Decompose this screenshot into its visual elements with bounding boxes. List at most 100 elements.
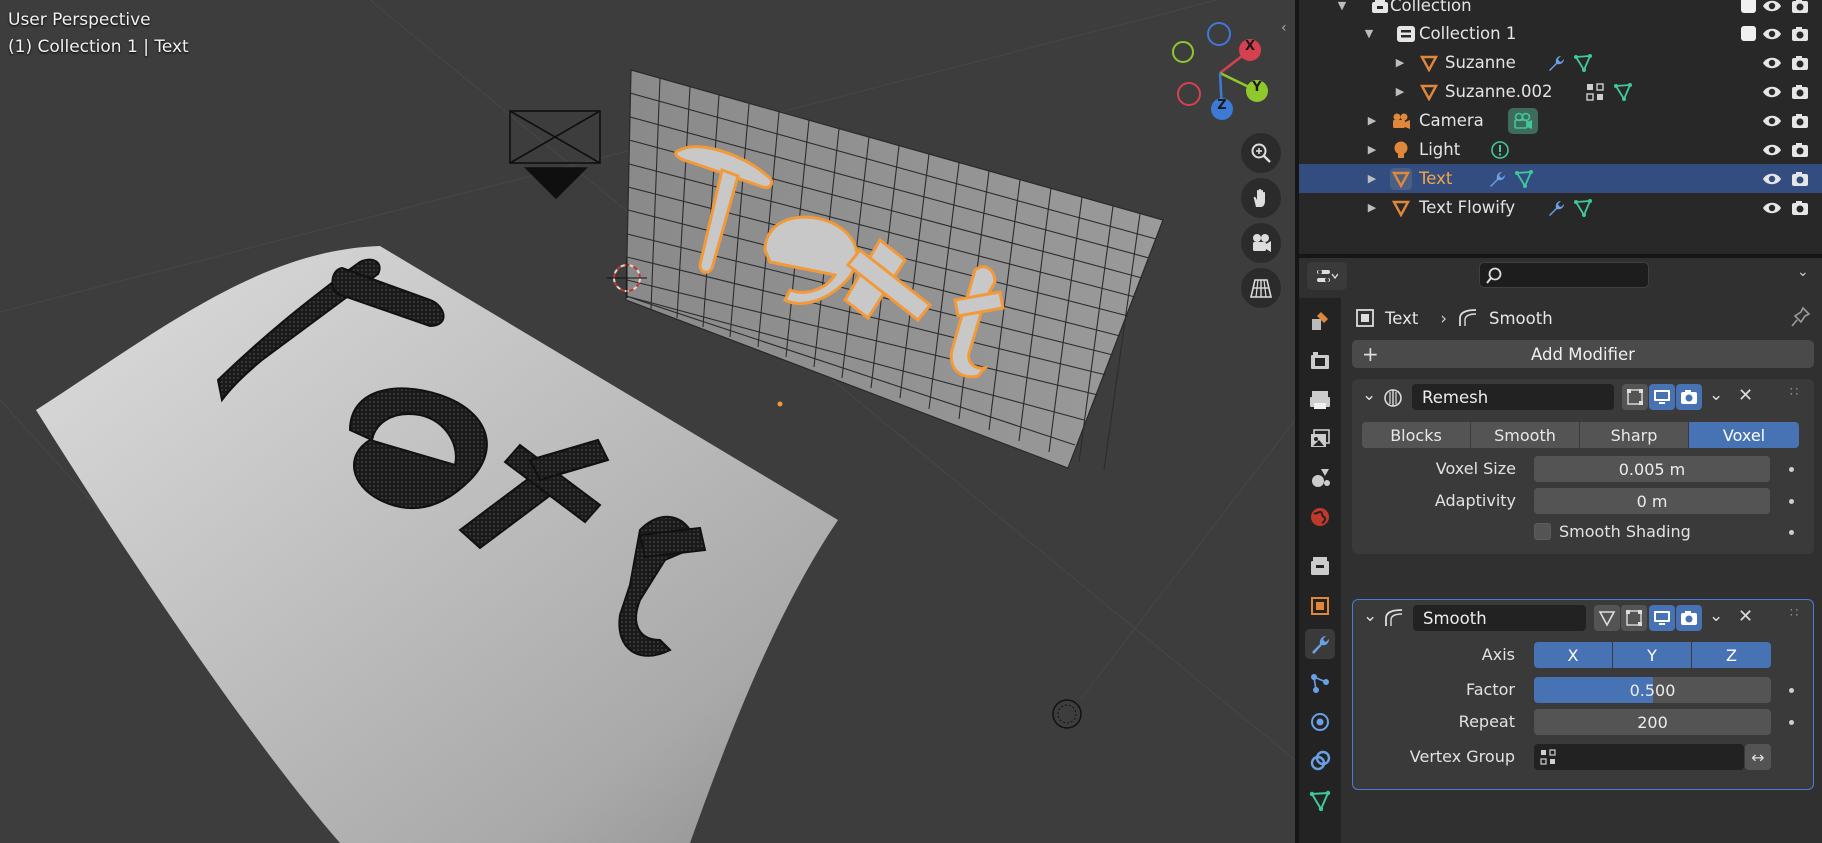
camera-data-icon[interactable]	[1508, 107, 1538, 134]
edit-mode-toggle[interactable]	[1621, 605, 1647, 631]
mode-voxel[interactable]: Voxel	[1689, 422, 1799, 448]
expand-arrow-icon[interactable]: ▼	[1363, 27, 1375, 40]
mode-sharp[interactable]: Sharp	[1580, 422, 1689, 448]
outliner[interactable]: ▼ Collection ▼ Collection 1 ▶ Suzanne ▶ …	[1299, 0, 1822, 254]
wrench-modifier-icon[interactable]	[1545, 53, 1565, 73]
tab-object[interactable]	[1305, 591, 1335, 621]
render-camera-icon[interactable]	[1789, 81, 1811, 103]
3d-viewport[interactable]: User Perspective (1) Collection 1 | Text…	[0, 0, 1295, 843]
axis-y-toggle[interactable]: Y	[1613, 642, 1692, 668]
tab-physics[interactable]	[1305, 707, 1335, 737]
render-camera-icon[interactable]	[1789, 168, 1811, 190]
edit-mode-toggle[interactable]	[1622, 384, 1648, 410]
outliner-row-camera[interactable]: ▶ Camera	[1299, 106, 1822, 135]
outliner-row-collection-1[interactable]: ▼ Collection 1	[1299, 19, 1822, 48]
drag-handle-icon[interactable]: ∷	[1790, 606, 1798, 621]
render-camera-icon[interactable]	[1789, 139, 1811, 161]
render-toggle[interactable]	[1676, 605, 1702, 631]
voxel-size-field[interactable]: 0.005 m	[1534, 456, 1770, 482]
keyframe-dot-icon[interactable]	[1789, 499, 1794, 504]
vertex-group-field[interactable]	[1534, 744, 1744, 770]
outliner-row-suzanne-002[interactable]: ▶ Suzanne.002	[1299, 77, 1822, 106]
expand-arrow-icon[interactable]: ▼	[1336, 0, 1348, 12]
keyframe-dot-icon[interactable]	[1789, 720, 1794, 725]
tab-tool[interactable]	[1305, 306, 1335, 336]
light-data-icon[interactable]	[1490, 140, 1510, 160]
render-camera-icon[interactable]	[1789, 52, 1811, 74]
render-camera-icon[interactable]	[1789, 23, 1811, 45]
mesh-data-icon[interactable]	[1613, 82, 1633, 102]
adaptivity-field[interactable]: 0 m	[1534, 488, 1770, 514]
eye-icon[interactable]	[1761, 0, 1783, 17]
tab-data[interactable]	[1305, 785, 1335, 815]
eye-icon[interactable]	[1761, 52, 1783, 74]
exclude-checkbox[interactable]	[1741, 26, 1756, 41]
outliner-row-light[interactable]: ▶ Light	[1299, 135, 1822, 164]
mesh-data-icon[interactable]	[1573, 53, 1593, 73]
close-icon[interactable]: ✕	[1738, 606, 1753, 627]
outliner-row-collection[interactable]: ▼ Collection	[1299, 0, 1822, 20]
smooth-shading-checkbox[interactable]	[1534, 523, 1551, 540]
chevron-down-icon[interactable]: ⌄	[1363, 606, 1377, 626]
keyframe-dot-icon[interactable]	[1789, 467, 1794, 472]
tab-particles[interactable]	[1305, 668, 1335, 698]
perspective-toggle-button[interactable]	[1241, 268, 1281, 308]
tab-view-layer[interactable]	[1305, 424, 1335, 454]
expand-arrow-icon[interactable]: ▶	[1366, 201, 1378, 214]
eye-icon[interactable]	[1761, 81, 1783, 103]
eye-icon[interactable]	[1761, 197, 1783, 219]
render-camera-icon[interactable]	[1789, 0, 1811, 17]
eye-icon[interactable]	[1761, 23, 1783, 45]
camera-view-button[interactable]	[1241, 223, 1281, 263]
chevron-down-icon[interactable]: ⌄	[1797, 264, 1809, 280]
eye-icon[interactable]	[1761, 139, 1783, 161]
drag-handle-icon[interactable]: ∷	[1790, 385, 1798, 400]
viewport-display-toggle[interactable]	[1649, 384, 1675, 410]
pin-icon[interactable]	[1791, 306, 1811, 328]
wrench-modifier-icon[interactable]	[1486, 169, 1506, 189]
repeat-field[interactable]: 200	[1534, 709, 1771, 735]
expand-arrow-icon[interactable]: ▶	[1394, 56, 1406, 69]
tab-output[interactable]	[1305, 385, 1335, 415]
eye-icon[interactable]	[1761, 110, 1783, 132]
editor-type-dropdown[interactable]	[1307, 262, 1347, 290]
exclude-checkbox[interactable]	[1741, 0, 1756, 13]
expand-arrow-icon[interactable]: ▶	[1394, 85, 1406, 98]
wrench-modifier-icon[interactable]	[1545, 198, 1565, 218]
pan-button[interactable]	[1241, 178, 1281, 218]
mesh-data-icon[interactable]	[1514, 169, 1534, 189]
outliner-row-text-flowify[interactable]: ▶ Text Flowify	[1299, 193, 1822, 222]
tab-constraints[interactable]	[1305, 746, 1335, 776]
invert-vertex-group-button[interactable]: ↔	[1745, 744, 1771, 770]
expand-arrow-icon[interactable]: ▶	[1366, 143, 1378, 156]
tab-world[interactable]	[1305, 502, 1335, 532]
render-toggle[interactable]	[1676, 384, 1702, 410]
mesh-data-icon[interactable]	[1573, 198, 1593, 218]
add-modifier-button[interactable]: + Add Modifier	[1352, 340, 1814, 368]
tab-scene[interactable]	[1305, 463, 1335, 493]
expand-arrow-icon[interactable]: ▶	[1366, 114, 1378, 127]
properties-search-input[interactable]	[1479, 262, 1649, 288]
outliner-row-text[interactable]: ▶ Text	[1299, 164, 1822, 193]
eye-icon[interactable]	[1761, 168, 1783, 190]
sidebar-collapse-arrow[interactable]: ‹	[1281, 20, 1295, 40]
chevron-down-icon[interactable]: ⌄	[1709, 606, 1723, 626]
zoom-button[interactable]	[1241, 133, 1281, 173]
chevron-down-icon[interactable]: ⌄	[1709, 385, 1723, 405]
expand-arrow-icon[interactable]: ▶	[1366, 172, 1378, 185]
tab-collection[interactable]	[1305, 551, 1335, 581]
keyframe-dot-icon[interactable]	[1789, 688, 1794, 693]
mode-blocks[interactable]: Blocks	[1362, 422, 1471, 448]
outliner-row-suzanne[interactable]: ▶ Suzanne	[1299, 48, 1822, 77]
keyframe-dot-icon[interactable]	[1789, 530, 1794, 535]
chevron-down-icon[interactable]: ⌄	[1362, 385, 1376, 405]
vertex-group-icon[interactable]	[1585, 82, 1605, 102]
render-camera-icon[interactable]	[1789, 197, 1811, 219]
mode-smooth[interactable]: Smooth	[1471, 422, 1580, 448]
smooth-name-field[interactable]: Smooth	[1413, 605, 1586, 631]
close-icon[interactable]: ✕	[1738, 385, 1753, 406]
on-cage-toggle[interactable]	[1594, 605, 1620, 631]
viewport-display-toggle[interactable]	[1649, 605, 1675, 631]
tab-modifiers[interactable]	[1305, 629, 1335, 659]
render-camera-icon[interactable]	[1789, 110, 1811, 132]
